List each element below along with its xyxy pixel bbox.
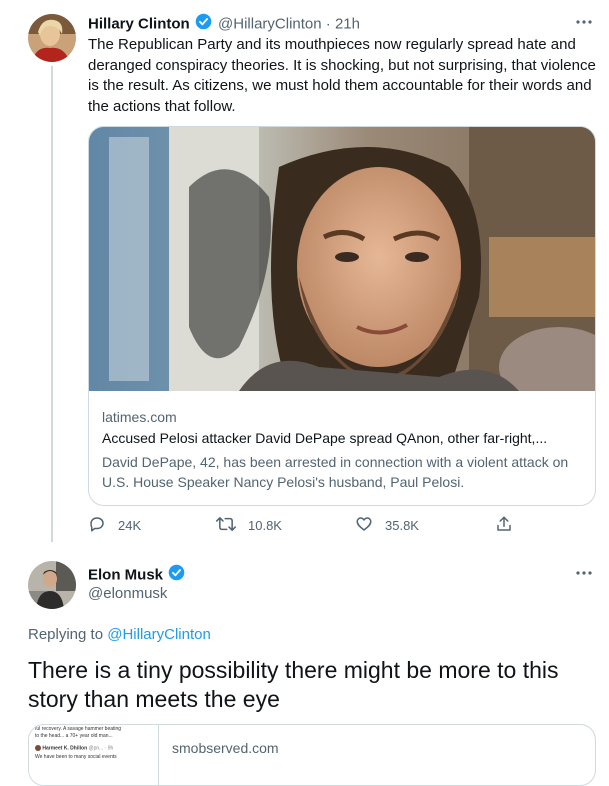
like-count: 35.8K [385, 518, 419, 533]
retweet-icon [216, 515, 248, 536]
thumb-line3: We have been to many social events [35, 754, 117, 761]
tweet-text: The Republican Party and its mouthpieces… [88, 36, 596, 115]
verified-badge-icon [168, 564, 185, 587]
card-image [89, 127, 595, 391]
replying-to-handle[interactable]: @HillaryClinton [107, 626, 211, 643]
like-icon [355, 515, 385, 536]
thread-line [51, 66, 53, 542]
thumb-avatar [35, 745, 41, 751]
reply-icon [88, 515, 118, 536]
thumb-meta: @pn... · 9h [88, 745, 114, 752]
tweet-header: Hillary Clinton @HillaryClinton · 21h [88, 13, 360, 36]
card-domain: smobserved.com [172, 740, 279, 756]
more-icon[interactable] [574, 12, 594, 32]
avatar-hillary[interactable] [28, 14, 76, 62]
card-headline[interactable]: Accused Pelosi attacker David DePape spr… [102, 428, 587, 448]
tweet-time[interactable]: · 21h [326, 15, 360, 32]
link-card-smobserved[interactable]: ful recovery. A savage hammer beating to… [28, 724, 596, 786]
replying-to-label: Replying to [28, 626, 104, 643]
more-icon[interactable] [574, 563, 594, 583]
card-description: David DePape, 42, has been arrested in c… [102, 454, 569, 490]
author-name[interactable]: Elon Musk [88, 566, 163, 583]
card-domain: latimes.com [102, 409, 177, 425]
tweet-text: There is a tiny possibility there might … [28, 657, 559, 712]
replying-to: Replying to @HillaryClinton [28, 625, 211, 645]
share-button[interactable] [495, 515, 525, 536]
share-icon [495, 515, 525, 536]
retweet-count: 10.8K [248, 518, 282, 533]
thumb-author: Harmeet K. Dhillon [42, 745, 88, 752]
reply-count: 24K [118, 518, 142, 533]
retweet-button[interactable]: 10.8K [216, 515, 282, 536]
thumb-line2: to the head... a 70+ year old man... [35, 733, 113, 739]
link-card[interactable]: latimes.com Accused Pelosi attacker Davi… [88, 126, 596, 506]
avatar-elon[interactable] [28, 561, 76, 609]
verified-badge-icon [195, 13, 212, 36]
author-handle[interactable]: @HillaryClinton [218, 15, 322, 32]
thumb-line1: ful recovery. A savage hammer beating [35, 726, 122, 732]
author-name[interactable]: Hillary Clinton [88, 15, 190, 32]
author-handle[interactable]: @elonmusk [88, 584, 167, 604]
card-thumbnail: ful recovery. A savage hammer beating to… [29, 725, 159, 785]
like-button[interactable]: 35.8K [355, 515, 419, 536]
reply-button[interactable]: 24K [88, 515, 141, 536]
